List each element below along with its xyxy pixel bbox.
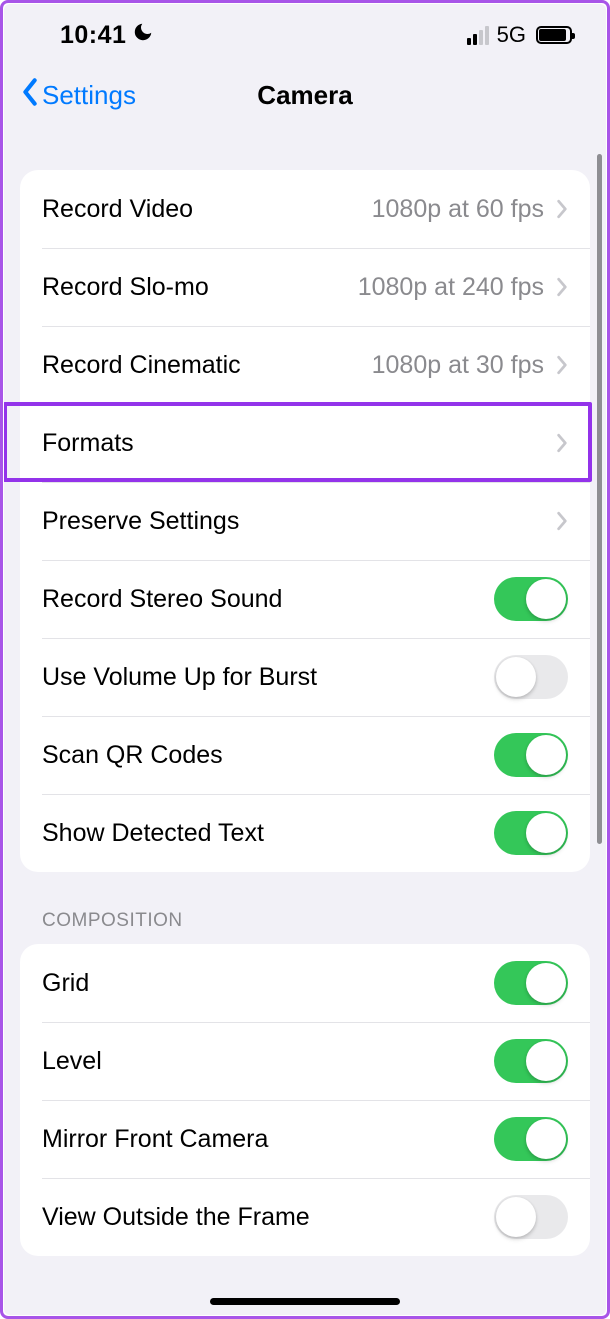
toggle-level[interactable] <box>494 1039 568 1083</box>
row-view-outside-frame: View Outside the Frame <box>20 1178 590 1256</box>
row-label: Record Stereo Sound <box>42 585 494 614</box>
chevron-right-icon <box>556 199 568 219</box>
row-label: Preserve Settings <box>42 507 556 536</box>
settings-group-main: Record Video 1080p at 60 fps Record Slo-… <box>20 170 590 872</box>
section-header-composition: COMPOSITION <box>20 872 590 944</box>
row-record-cinematic[interactable]: Record Cinematic 1080p at 30 fps <box>20 326 590 404</box>
toggle-show-detected-text[interactable] <box>494 811 568 855</box>
toggle-scan-qr-codes[interactable] <box>494 733 568 777</box>
home-indicator[interactable] <box>210 1298 400 1305</box>
row-label: Scan QR Codes <box>42 741 494 770</box>
network-label: 5G <box>497 22 526 48</box>
settings-group-composition: Grid Level Mirror Front Camera View Outs… <box>20 944 590 1256</box>
row-label: Use Volume Up for Burst <box>42 663 494 692</box>
chevron-right-icon <box>556 355 568 375</box>
row-mirror-front-camera: Mirror Front Camera <box>20 1100 590 1178</box>
cellular-signal-icon <box>467 26 489 45</box>
scrollbar[interactable] <box>597 154 602 844</box>
row-label: Record Cinematic <box>42 351 372 380</box>
row-label: Mirror Front Camera <box>42 1125 494 1154</box>
row-label: Show Detected Text <box>42 819 494 848</box>
row-record-slomo[interactable]: Record Slo-mo 1080p at 240 fps <box>20 248 590 326</box>
toggle-view-outside-frame[interactable] <box>494 1195 568 1239</box>
status-bar: 10:41 5G <box>4 4 606 62</box>
row-label: Level <box>42 1047 494 1076</box>
row-label: Grid <box>42 969 494 998</box>
row-scan-qr-codes: Scan QR Codes <box>20 716 590 794</box>
toggle-record-stereo-sound[interactable] <box>494 577 568 621</box>
row-volume-up-burst: Use Volume Up for Burst <box>20 638 590 716</box>
chevron-right-icon <box>556 277 568 297</box>
row-record-video[interactable]: Record Video 1080p at 60 fps <box>20 170 590 248</box>
toggle-volume-up-burst[interactable] <box>494 655 568 699</box>
row-record-stereo-sound: Record Stereo Sound <box>20 560 590 638</box>
row-formats[interactable]: Formats <box>20 404 590 482</box>
row-label: Formats <box>42 429 556 458</box>
row-value: 1080p at 240 fps <box>358 273 544 302</box>
row-label: Record Slo-mo <box>42 273 358 302</box>
toggle-grid[interactable] <box>494 961 568 1005</box>
row-value: 1080p at 60 fps <box>372 195 544 224</box>
nav-header: Settings Camera <box>4 62 606 128</box>
chevron-left-icon <box>20 78 40 113</box>
row-grid: Grid <box>20 944 590 1022</box>
row-preserve-settings[interactable]: Preserve Settings <box>20 482 590 560</box>
back-label: Settings <box>42 80 136 111</box>
toggle-mirror-front-camera[interactable] <box>494 1117 568 1161</box>
battery-icon <box>536 26 572 44</box>
moon-icon <box>132 21 154 50</box>
row-show-detected-text: Show Detected Text <box>20 794 590 872</box>
chevron-right-icon <box>556 511 568 531</box>
back-button[interactable]: Settings <box>20 78 136 113</box>
chevron-right-icon <box>556 433 568 453</box>
row-level: Level <box>20 1022 590 1100</box>
status-time: 10:41 <box>60 21 126 50</box>
row-value: 1080p at 30 fps <box>372 351 544 380</box>
row-label: Record Video <box>42 195 372 224</box>
row-label: View Outside the Frame <box>42 1203 494 1232</box>
